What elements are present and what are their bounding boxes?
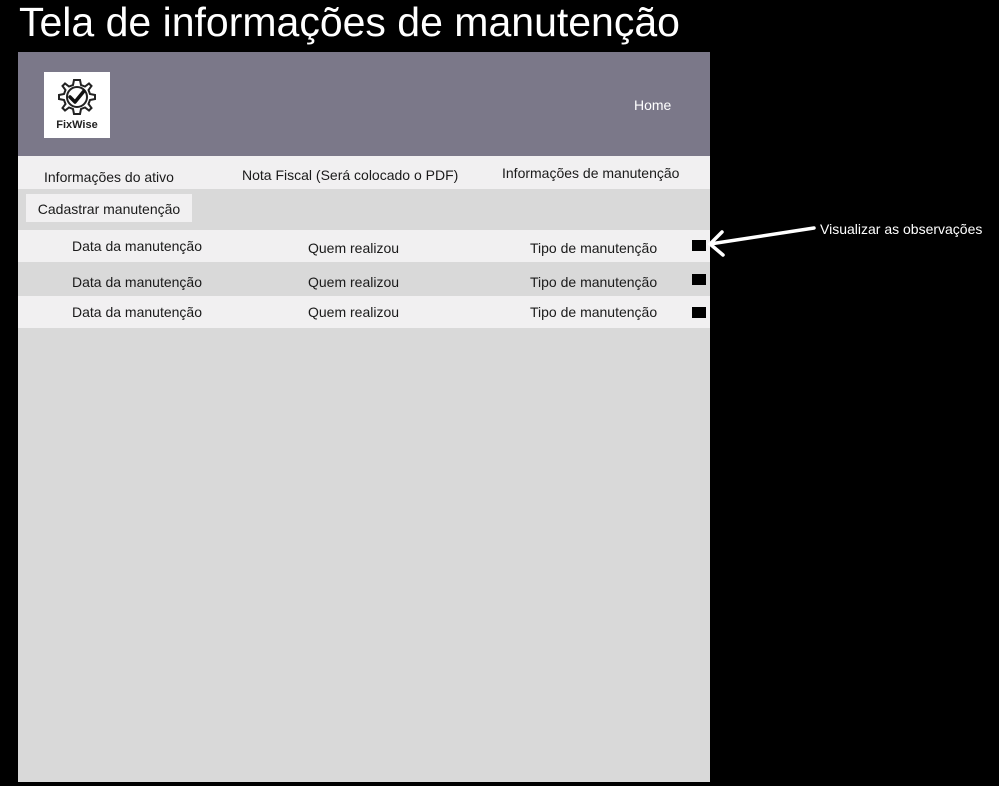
view-observations-icon[interactable] bbox=[692, 274, 706, 285]
logo-text: FixWise bbox=[56, 119, 98, 131]
gear-check-icon bbox=[58, 79, 96, 115]
table-row: Data da manutenção Quem realizou Tipo de… bbox=[18, 262, 710, 294]
logo[interactable]: FixWise bbox=[44, 72, 110, 138]
annotation-text: Visualizar as observações bbox=[820, 221, 983, 237]
register-maintenance-button[interactable]: Cadastrar manutenção bbox=[26, 194, 192, 222]
header: FixWise Home bbox=[18, 52, 710, 156]
app-frame: FixWise Home Informações do ativo Nota F… bbox=[18, 52, 710, 782]
view-observations-icon[interactable] bbox=[692, 307, 706, 318]
maintenance-date: Data da manutenção bbox=[72, 238, 202, 254]
maintenance-date: Data da manutenção bbox=[72, 304, 202, 320]
tab-maintenance-info[interactable]: Informações de manutenção bbox=[502, 165, 679, 181]
table-row: Data da manutenção Quem realizou Tipo de… bbox=[18, 230, 710, 262]
arrow-left-icon bbox=[707, 226, 816, 257]
tab-asset-info[interactable]: Informações do ativo bbox=[44, 169, 174, 185]
maintenance-type: Tipo de manutenção bbox=[530, 240, 658, 256]
maintenance-type: Tipo de manutenção bbox=[530, 274, 658, 290]
tab-invoice[interactable]: Nota Fiscal (Será colocado o PDF) bbox=[242, 167, 458, 183]
tab-bar: Informações do ativo Nota Fiscal (Será c… bbox=[18, 156, 710, 189]
table-row: Data da manutenção Quem realizou Tipo de… bbox=[18, 296, 710, 328]
maintenance-date: Data da manutenção bbox=[72, 274, 202, 290]
page-title: Tela de informações de manutenção bbox=[19, 0, 680, 45]
performed-by: Quem realizou bbox=[308, 304, 400, 320]
maintenance-type: Tipo de manutenção bbox=[530, 304, 658, 320]
home-link[interactable]: Home bbox=[634, 97, 671, 113]
performed-by: Quem realizou bbox=[308, 240, 400, 256]
performed-by: Quem realizou bbox=[308, 274, 400, 290]
